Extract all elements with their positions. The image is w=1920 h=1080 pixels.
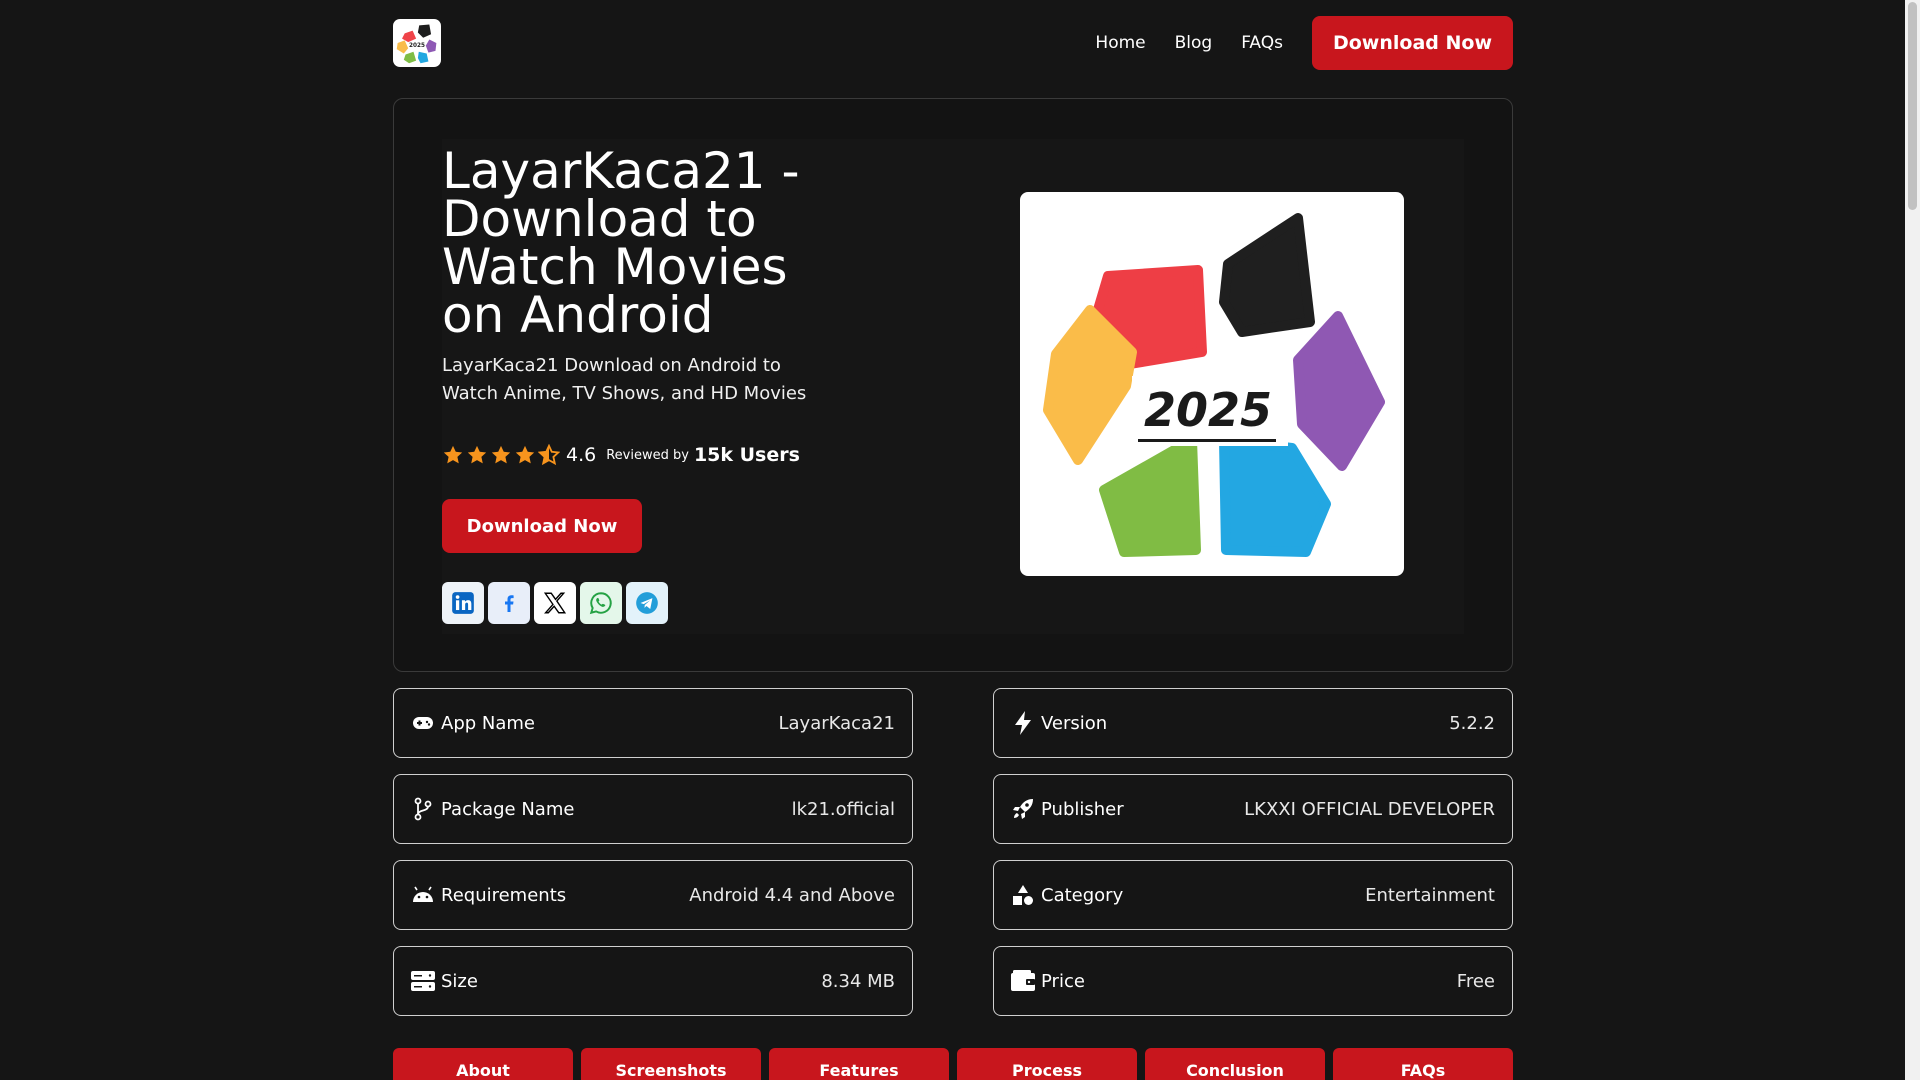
tab-screenshots[interactable]: Screenshots [581,1048,761,1080]
tab-features[interactable]: Features [769,1048,949,1080]
hero-download-button[interactable]: Download Now [442,499,642,553]
nav-link-blog[interactable]: Blog [1175,33,1213,53]
info-label: Version [1041,712,1108,734]
star-rating [442,444,562,466]
share-x-button[interactable] [534,582,576,624]
site-header: 2025 Home Blog FAQs Download Now [393,16,1513,70]
lightning-icon [1011,711,1035,735]
star-half-icon [538,444,560,466]
nav-link-home[interactable]: Home [1095,33,1145,53]
star-icon [491,445,511,464]
rocket-icon [1011,797,1035,821]
share-linkedin-button[interactable] [442,582,484,624]
info-value: 5.2.2 [1449,712,1495,734]
rating-reviewed-by: Reviewed by [606,447,689,463]
nav-link-faqs[interactable]: FAQs [1241,33,1283,53]
info-price: Price Free [993,946,1513,1016]
info-label: Requirements [441,884,567,906]
tab-faqs[interactable]: FAQs [1333,1048,1513,1080]
main-nav: Home Blog FAQs Download Now [1095,16,1513,70]
info-value: lk21.official [791,798,895,820]
rating-users: 15k Users [693,444,800,466]
share-whatsapp-button[interactable] [580,582,622,624]
info-version: Version 5.2.2 [993,688,1513,758]
page: 2025 Home Blog FAQs Download Now LayarKa… [0,0,1905,1080]
section-tabs: About Screenshots Features Process Concl… [393,1048,1513,1080]
hero-subtitle: LayarKaca21 Download on Android to Watch… [442,355,807,404]
linkedin-icon [452,592,474,614]
info-size: Size 8.34 MB [393,946,913,1016]
info-requirements: Requirements Android 4.4 and Above [393,860,913,930]
app-logo[interactable]: 2025 [393,19,441,67]
info-label: Publisher [1041,798,1124,820]
share-telegram-button[interactable] [626,582,668,624]
android-icon [411,883,435,907]
info-app-name: App Name LayarKaca21 [393,688,913,758]
tab-conclusion[interactable]: Conclusion [1145,1048,1325,1080]
info-label: Category [1041,884,1124,906]
app-icon-logo: 2025 [1043,213,1385,557]
info-value: Entertainment [1365,884,1495,906]
info-label: App Name [441,712,535,734]
info-label: Package Name [441,798,575,820]
info-value: Android 4.4 and Above [689,884,895,906]
info-value: Free [1456,970,1495,992]
server-icon [411,969,435,993]
tab-process[interactable]: Process [957,1048,1137,1080]
page-title: LayarKaca21 - Download to Watch Movies o… [442,142,800,344]
info-label: Price [1041,970,1085,992]
whatsapp-icon [589,592,612,615]
telegram-icon [636,592,658,614]
star-icon [467,445,487,464]
rating: 4.6 Reviewed by 15k Users [442,444,800,466]
info-value: LayarKaca21 [778,712,896,734]
scrollbar-thumb[interactable] [1908,2,1917,210]
share-facebook-button[interactable] [488,582,530,624]
git-branch-icon [411,797,435,821]
gamepad-icon [411,711,435,735]
shapes-icon [1011,883,1035,907]
info-category: Category Entertainment [993,860,1513,930]
info-package-name: Package Name lk21.official [393,774,913,844]
info-publisher: Publisher LKXXI OFFICIAL DEVELOPER [993,774,1513,844]
info-label: Size [441,970,478,992]
star-icon [443,445,463,464]
facebook-icon [505,595,514,612]
header-download-button[interactable]: Download Now [1312,16,1513,70]
x-icon [543,592,567,614]
wallet-icon [1011,969,1035,993]
svg-text:2025: 2025 [409,43,425,49]
info-value: 8.34 MB [821,970,895,992]
page-scrollbar[interactable] [1905,0,1920,1080]
tab-about[interactable]: About [393,1048,573,1080]
app-icon-image: 2025 [1020,192,1404,576]
rating-score: 4.6 [566,444,597,466]
svg-text:2025: 2025 [1144,383,1272,437]
share-buttons [442,582,668,624]
star-icon [515,445,535,464]
info-value: LKXXI OFFICIAL DEVELOPER [1244,798,1495,820]
logo-icon: 2025 [396,24,437,64]
